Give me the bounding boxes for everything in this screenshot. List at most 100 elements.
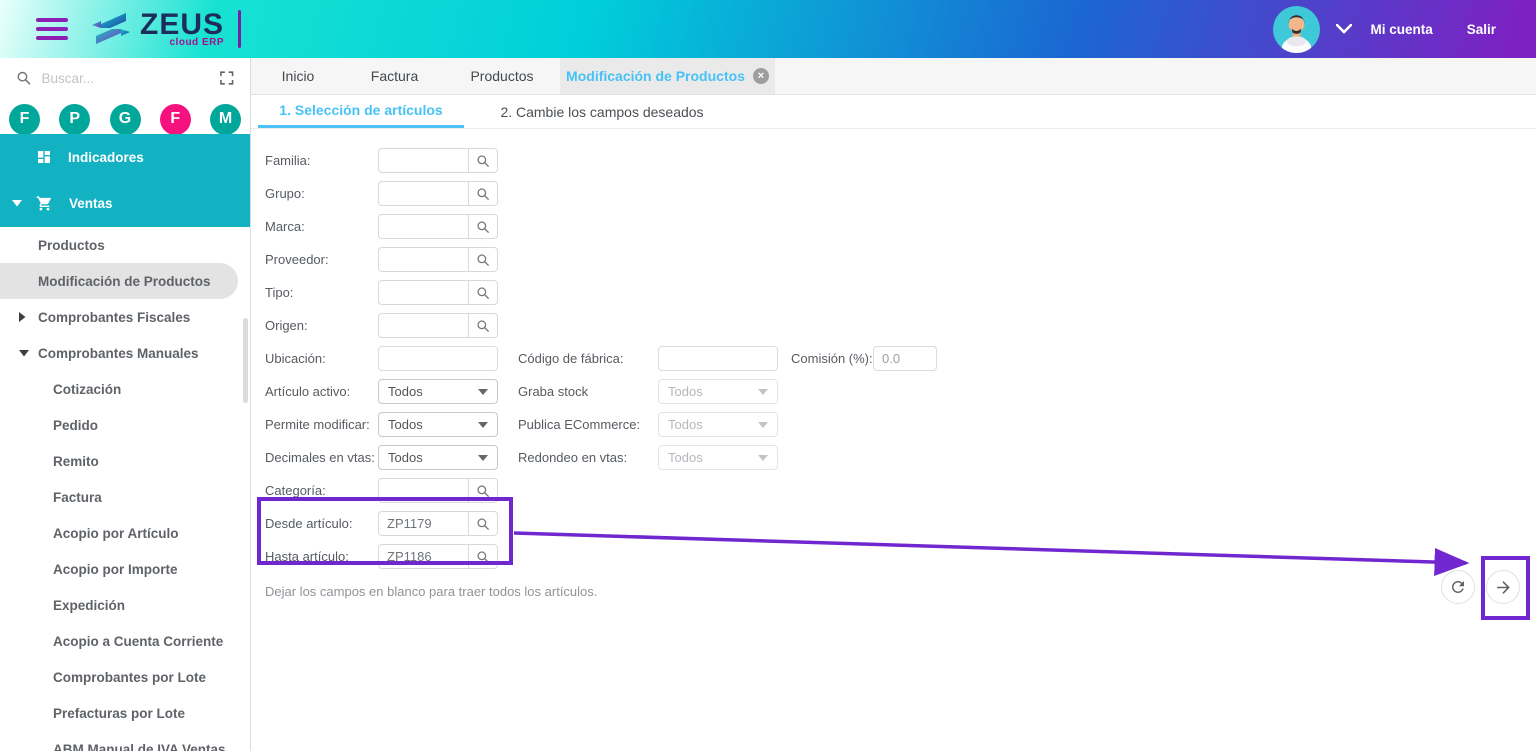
sidebar-item-comprobantes-fiscales[interactable]: Comprobantes Fiscales	[0, 299, 251, 335]
sidebar-group-indicadores[interactable]: Indicadores	[0, 134, 251, 181]
codigo-fabrica-input[interactable]	[658, 346, 778, 371]
tab-inicio[interactable]: Inicio	[251, 58, 345, 94]
sidebar-item-prefacturas-por-lote[interactable]: Prefacturas por Lote	[0, 695, 251, 731]
form-row-ubicacion: Ubicación: Código de fábrica: Comisión (…	[265, 342, 1536, 375]
shortcut-f2[interactable]: F	[160, 104, 191, 135]
refresh-button[interactable]	[1441, 570, 1475, 604]
ubicacion-input[interactable]	[378, 346, 498, 371]
search-icon	[476, 484, 490, 498]
close-icon[interactable]: ×	[753, 68, 769, 84]
dashboard-icon	[36, 149, 52, 165]
tipo-search-button[interactable]	[468, 280, 498, 305]
sidebar-item-cotizacion[interactable]: Cotización	[0, 371, 251, 407]
shortcut-p[interactable]: P	[59, 104, 90, 135]
familia-input[interactable]	[378, 148, 468, 173]
sidebar-item-productos[interactable]: Productos	[0, 227, 251, 263]
hasta-articulo-search-button[interactable]	[468, 544, 498, 569]
chevron-right-icon	[19, 312, 26, 322]
form-row-grupo: Grupo:	[265, 177, 1536, 210]
refresh-icon	[1449, 578, 1467, 596]
shortcut-f1[interactable]: F	[9, 104, 40, 135]
fullscreen-icon[interactable]	[219, 70, 235, 86]
shortcut-m[interactable]: M	[210, 104, 241, 135]
step-cambie-campos[interactable]: 2. Cambie los campos deseados	[482, 95, 722, 128]
my-account-link[interactable]: Mi cuenta	[1370, 22, 1432, 37]
sidebar-item-comprobantes-manuales[interactable]: Comprobantes Manuales	[0, 335, 251, 371]
proveedor-input[interactable]	[378, 247, 468, 272]
sidebar-item-remito[interactable]: Remito	[0, 443, 251, 479]
sidebar-group-label: Indicadores	[68, 150, 144, 165]
decimales-vtas-select[interactable]: Todos	[378, 445, 498, 470]
form-row-permite-modificar: Permite modificar: Todos Publica ECommer…	[265, 408, 1536, 441]
marca-input[interactable]	[378, 214, 468, 239]
next-button[interactable]	[1486, 570, 1520, 604]
chevron-down-icon	[19, 350, 29, 357]
form-row-hasta-articulo: Hasta artículo:	[265, 540, 1536, 573]
grupo-search-button[interactable]	[468, 181, 498, 206]
logout-link[interactable]: Salir	[1467, 22, 1496, 37]
user-avatar[interactable]	[1273, 6, 1320, 53]
search-icon	[476, 154, 490, 168]
sidebar-item-comprobantes-por-lote[interactable]: Comprobantes por Lote	[0, 659, 251, 695]
cart-icon	[36, 195, 53, 212]
form-row-marca: Marca:	[265, 210, 1536, 243]
sidebar-scrollbar[interactable]	[243, 318, 248, 403]
form-row-categoria: Categoría:	[265, 474, 1536, 507]
sidebar-item-acopio-por-articulo[interactable]: Acopio por Artículo	[0, 515, 251, 551]
chevron-down-icon	[12, 200, 22, 207]
form-row-desde-articulo: Desde artículo:	[265, 507, 1536, 540]
sidebar-item-acopio-por-importe[interactable]: Acopio por Importe	[0, 551, 251, 587]
brand-name: ZEUS	[140, 10, 224, 40]
account-chevron-down-icon[interactable]	[1336, 24, 1352, 34]
tipo-input[interactable]	[378, 280, 468, 305]
origen-search-button[interactable]	[468, 313, 498, 338]
sidebar-item-acopio-a-cuenta-corriente[interactable]: Acopio a Cuenta Corriente	[0, 623, 251, 659]
desde-articulo-search-button[interactable]	[468, 511, 498, 536]
brand-separator	[238, 10, 241, 48]
sidebar-group-label: Ventas	[69, 196, 113, 211]
permite-modificar-select[interactable]: Todos	[378, 412, 498, 437]
search-icon	[476, 253, 490, 267]
desde-articulo-input[interactable]	[378, 511, 468, 536]
tab-bar: Inicio Factura Productos Modificación de…	[251, 58, 1536, 95]
shortcut-g[interactable]: G	[110, 104, 141, 135]
articulo-activo-select[interactable]: Todos	[378, 379, 498, 404]
hasta-articulo-input[interactable]	[378, 544, 468, 569]
sidebar-group-ventas[interactable]: Ventas	[0, 181, 251, 228]
comision-input[interactable]	[873, 346, 937, 371]
hamburger-menu-icon[interactable]	[36, 18, 68, 40]
caret-down-icon	[478, 389, 488, 395]
action-buttons	[1430, 570, 1520, 604]
search-icon	[476, 319, 490, 333]
search-input[interactable]	[42, 71, 219, 86]
form-row-decimales: Decimales en vtas: Todos Redondeo en vta…	[265, 441, 1536, 474]
form-row-tipo: Tipo:	[265, 276, 1536, 309]
publica-ecommerce-select: Todos	[658, 412, 778, 437]
marca-search-button[interactable]	[468, 214, 498, 239]
caret-down-icon	[478, 422, 488, 428]
tab-modificacion-de-productos[interactable]: Modificación de Productos ×	[560, 58, 775, 94]
sidebar-item-factura[interactable]: Factura	[0, 479, 251, 515]
caret-down-icon	[758, 422, 768, 428]
origen-input[interactable]	[378, 313, 468, 338]
sidebar-menu: Productos Modificación de Productos Comp…	[0, 227, 251, 751]
redondeo-vtas-select: Todos	[658, 445, 778, 470]
caret-down-icon	[758, 389, 768, 395]
filter-form: Familia: Grupo: Marca: Proveedor: Tipo:	[251, 129, 1536, 599]
sidebar-item-abm-manual-iva-ventas[interactable]: ABM Manual de IVA Ventas	[0, 731, 251, 751]
sidebar-item-modificacion-de-productos[interactable]: Modificación de Productos	[0, 263, 238, 299]
step-seleccion-articulos[interactable]: 1. Selección de artículos	[258, 95, 464, 128]
form-help-note: Dejar los campos en blanco para traer to…	[265, 584, 1536, 599]
zeus-logo-icon	[90, 9, 132, 49]
categoria-input[interactable]	[378, 478, 468, 503]
grupo-input[interactable]	[378, 181, 468, 206]
proveedor-search-button[interactable]	[468, 247, 498, 272]
sidebar-item-pedido[interactable]: Pedido	[0, 407, 251, 443]
tab-productos[interactable]: Productos	[444, 58, 560, 94]
sidebar-item-expedicion[interactable]: Expedición	[0, 587, 251, 623]
tab-factura[interactable]: Factura	[345, 58, 444, 94]
familia-search-button[interactable]	[468, 148, 498, 173]
categoria-search-button[interactable]	[468, 478, 498, 503]
search-icon	[476, 517, 490, 531]
search-icon	[476, 286, 490, 300]
